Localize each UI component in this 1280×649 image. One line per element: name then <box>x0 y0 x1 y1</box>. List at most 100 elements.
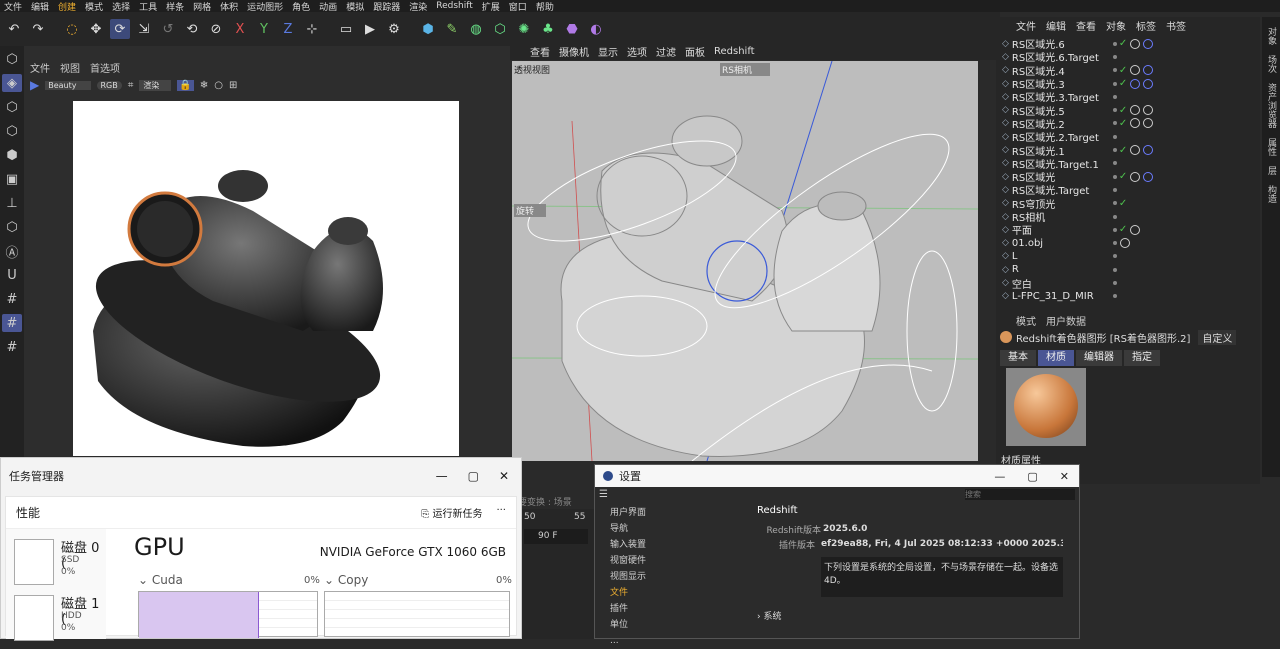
workplane-icon[interactable]: # <box>2 338 22 356</box>
visibility-dot[interactable] <box>1112 68 1117 73</box>
undo-icon[interactable]: ↶ <box>4 19 24 39</box>
more-button[interactable]: ··· <box>496 505 506 520</box>
material-tag-icon[interactable] <box>1130 145 1141 156</box>
deformer-icon[interactable]: ✺ <box>514 19 534 39</box>
snap-icon[interactable]: # <box>2 290 22 308</box>
object-row[interactable]: ◇ RS区域光.Target <box>996 183 1260 197</box>
object-row[interactable]: ◇ R <box>996 263 1260 276</box>
viewport-menu-item[interactable]: Redshift <box>714 46 755 57</box>
solo-icon[interactable]: Ⓐ <box>2 242 22 261</box>
x-axis-icon[interactable]: X <box>230 19 250 39</box>
viewport-menu-item[interactable]: 面板 <box>685 44 705 59</box>
reset-transform-icon[interactable]: ⟲ <box>182 19 202 39</box>
lock-icon[interactable]: 🔒 <box>177 79 194 91</box>
enabled-check-icon[interactable]: ✓ <box>1119 65 1127 76</box>
object-row[interactable]: ◇ RS区域光.2.Target <box>996 130 1260 144</box>
object-menu-item[interactable]: 文件 <box>1016 18 1036 33</box>
enabled-check-icon[interactable]: ✓ <box>1119 224 1127 235</box>
move-icon[interactable]: ✥ <box>86 19 106 39</box>
material-tag-icon[interactable] <box>1130 65 1141 76</box>
render-mode-select[interactable]: Beauty <box>45 80 91 90</box>
minimize-icon[interactable]: — <box>994 470 1005 483</box>
side-tab[interactable]: 场次 <box>1265 55 1278 73</box>
visibility-dot[interactable] <box>1112 161 1117 166</box>
visibility-dot[interactable] <box>1112 227 1117 232</box>
cube-icon[interactable]: ⬢ <box>418 19 438 39</box>
attributes-tab[interactable]: 材质 <box>1038 350 1074 366</box>
target-tag-icon[interactable] <box>1143 65 1154 76</box>
object-row[interactable]: ◇ RS区域光.3.Target <box>996 90 1260 104</box>
target-tag-icon[interactable] <box>1143 78 1154 89</box>
visibility-dot[interactable] <box>1112 214 1117 219</box>
settings-nav-item[interactable]: 插件 <box>605 601 753 617</box>
settings-nav-item[interactable]: 视图显示 <box>605 569 753 585</box>
viewport-menu-item[interactable]: 选项 <box>627 44 647 59</box>
menu-icon[interactable]: ☰ <box>599 489 608 500</box>
object-row[interactable]: ◇ RS区域光.6.Target <box>996 50 1260 64</box>
object-menu-item[interactable]: 书签 <box>1166 18 1186 33</box>
enabled-check-icon[interactable]: ✓ <box>1119 198 1127 209</box>
menu-item[interactable]: 网格 <box>193 0 211 13</box>
visibility-dot[interactable] <box>1112 41 1117 46</box>
render-channel-select[interactable]: RGB <box>96 80 122 90</box>
material-tag-icon[interactable] <box>1130 105 1141 116</box>
viewport-menu-item[interactable]: 摄像机 <box>559 44 589 59</box>
menu-item[interactable]: 运动图形 <box>247 0 283 13</box>
maximize-icon[interactable]: ▢ <box>1027 470 1037 483</box>
rotate-icon[interactable]: ⟳ <box>110 19 130 39</box>
side-tab[interactable]: 构造 <box>1265 185 1278 203</box>
grid-snap-icon[interactable]: # <box>2 314 22 332</box>
viewport-menu-item[interactable]: 显示 <box>598 44 618 59</box>
side-tab[interactable]: 资产浏览器 <box>1265 83 1278 128</box>
field-icon[interactable]: ♣ <box>538 19 558 39</box>
menu-item[interactable]: 编辑 <box>31 0 49 13</box>
disk-1-name[interactable]: 磁盘 1 ( <box>61 593 106 627</box>
enabled-check-icon[interactable]: ✓ <box>1119 118 1127 129</box>
visibility-dot[interactable] <box>1112 134 1117 139</box>
viewport-menu-item[interactable]: 过滤 <box>656 44 676 59</box>
visibility-dot[interactable] <box>1112 108 1117 113</box>
render-region-icon[interactable]: ▭ <box>336 19 356 39</box>
target-tag-icon[interactable] <box>1143 38 1154 49</box>
visibility-dot[interactable] <box>1112 148 1117 153</box>
polygons-mode-icon[interactable]: ⬢ <box>2 146 22 164</box>
material-tag-icon[interactable] <box>1119 238 1130 249</box>
object-row[interactable]: ◇ RS区域光.6 ✓ <box>996 37 1260 51</box>
menu-item[interactable]: 文件 <box>4 0 22 13</box>
side-tab[interactable]: 层 <box>1265 166 1278 175</box>
menu-item[interactable]: 帮助 <box>536 0 554 13</box>
visibility-dot[interactable] <box>1112 121 1117 126</box>
enabled-check-icon[interactable]: ✓ <box>1119 78 1127 89</box>
menu-item[interactable]: 工具 <box>139 0 157 13</box>
crop-icon[interactable]: ⌗ <box>128 80 134 91</box>
system-section[interactable]: › 系统 <box>757 609 1077 622</box>
settings-nav-item[interactable]: ... <box>605 633 753 649</box>
attributes-tab[interactable]: 基本 <box>1000 350 1036 366</box>
attributes-menu-item[interactable]: 模式 <box>1016 313 1036 328</box>
render-dropdown[interactable]: 渲染 <box>139 79 172 91</box>
magnet-icon[interactable]: U <box>2 266 22 284</box>
enabled-check-icon[interactable]: ✓ <box>1119 105 1127 116</box>
menu-item[interactable]: 渲染 <box>409 0 427 13</box>
attributes-dropdown[interactable]: 自定义 <box>1198 329 1237 345</box>
material-tag-icon[interactable] <box>1130 171 1141 182</box>
menu-item[interactable]: 体积 <box>220 0 238 13</box>
undo-history-icon[interactable]: ↺ <box>158 19 178 39</box>
object-row[interactable]: ◇ RS区域光.Target.1 <box>996 157 1260 171</box>
visibility-dot[interactable] <box>1112 241 1117 246</box>
object-row[interactable]: ◇ RS区域光.4 ✓ <box>996 64 1260 78</box>
object-row[interactable]: ◇ RS区域光.5 ✓ <box>996 103 1260 118</box>
render-settings-icon[interactable]: ⚙ <box>384 19 404 39</box>
object-row[interactable]: ◇ RS区域光 ✓ <box>996 170 1260 184</box>
object-menu-item[interactable]: 对象 <box>1106 18 1126 33</box>
pen-icon[interactable]: ✎ <box>442 19 462 39</box>
visibility-dot[interactable] <box>1112 81 1117 86</box>
menu-item[interactable]: 窗口 <box>509 0 527 13</box>
menu-item[interactable]: 角色 <box>292 0 310 13</box>
visibility-dot[interactable] <box>1112 254 1117 259</box>
menu-item[interactable]: 动画 <box>319 0 337 13</box>
tweak-mode-icon[interactable]: ⬡ <box>2 218 22 236</box>
object-menu-item[interactable]: 查看 <box>1076 18 1096 33</box>
menu-item[interactable]: 模拟 <box>346 0 364 13</box>
object-menu-item[interactable]: 编辑 <box>1046 18 1066 33</box>
